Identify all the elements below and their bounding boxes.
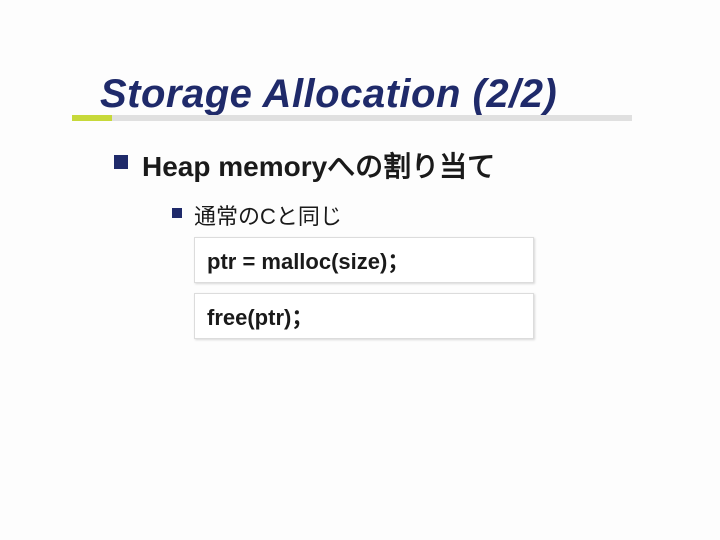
code-block-malloc: ptr = malloc(size)； bbox=[194, 237, 534, 283]
code-block-free: free(ptr)； bbox=[194, 293, 534, 339]
square-bullet-icon bbox=[114, 155, 128, 169]
code-line: free(ptr)； bbox=[207, 305, 313, 330]
square-bullet-icon bbox=[172, 208, 182, 218]
bullet-level2: 通常のCと同じ bbox=[172, 199, 660, 231]
title-underline bbox=[72, 115, 632, 121]
slide-title: Storage Allocation (2/2) bbox=[100, 72, 660, 117]
level2-text: 通常のCと同じ bbox=[194, 199, 342, 231]
underline-accent bbox=[72, 115, 112, 121]
code-line: ptr = malloc(size)； bbox=[207, 249, 409, 274]
level1-text: Heap memoryへの割り当て bbox=[142, 145, 495, 185]
bullet-level1: Heap memoryへの割り当て bbox=[114, 145, 660, 185]
underline-rest bbox=[112, 115, 632, 121]
title-wrap: Storage Allocation (2/2) bbox=[100, 72, 660, 117]
slide: Storage Allocation (2/2) Heap memoryへの割り… bbox=[0, 0, 720, 389]
